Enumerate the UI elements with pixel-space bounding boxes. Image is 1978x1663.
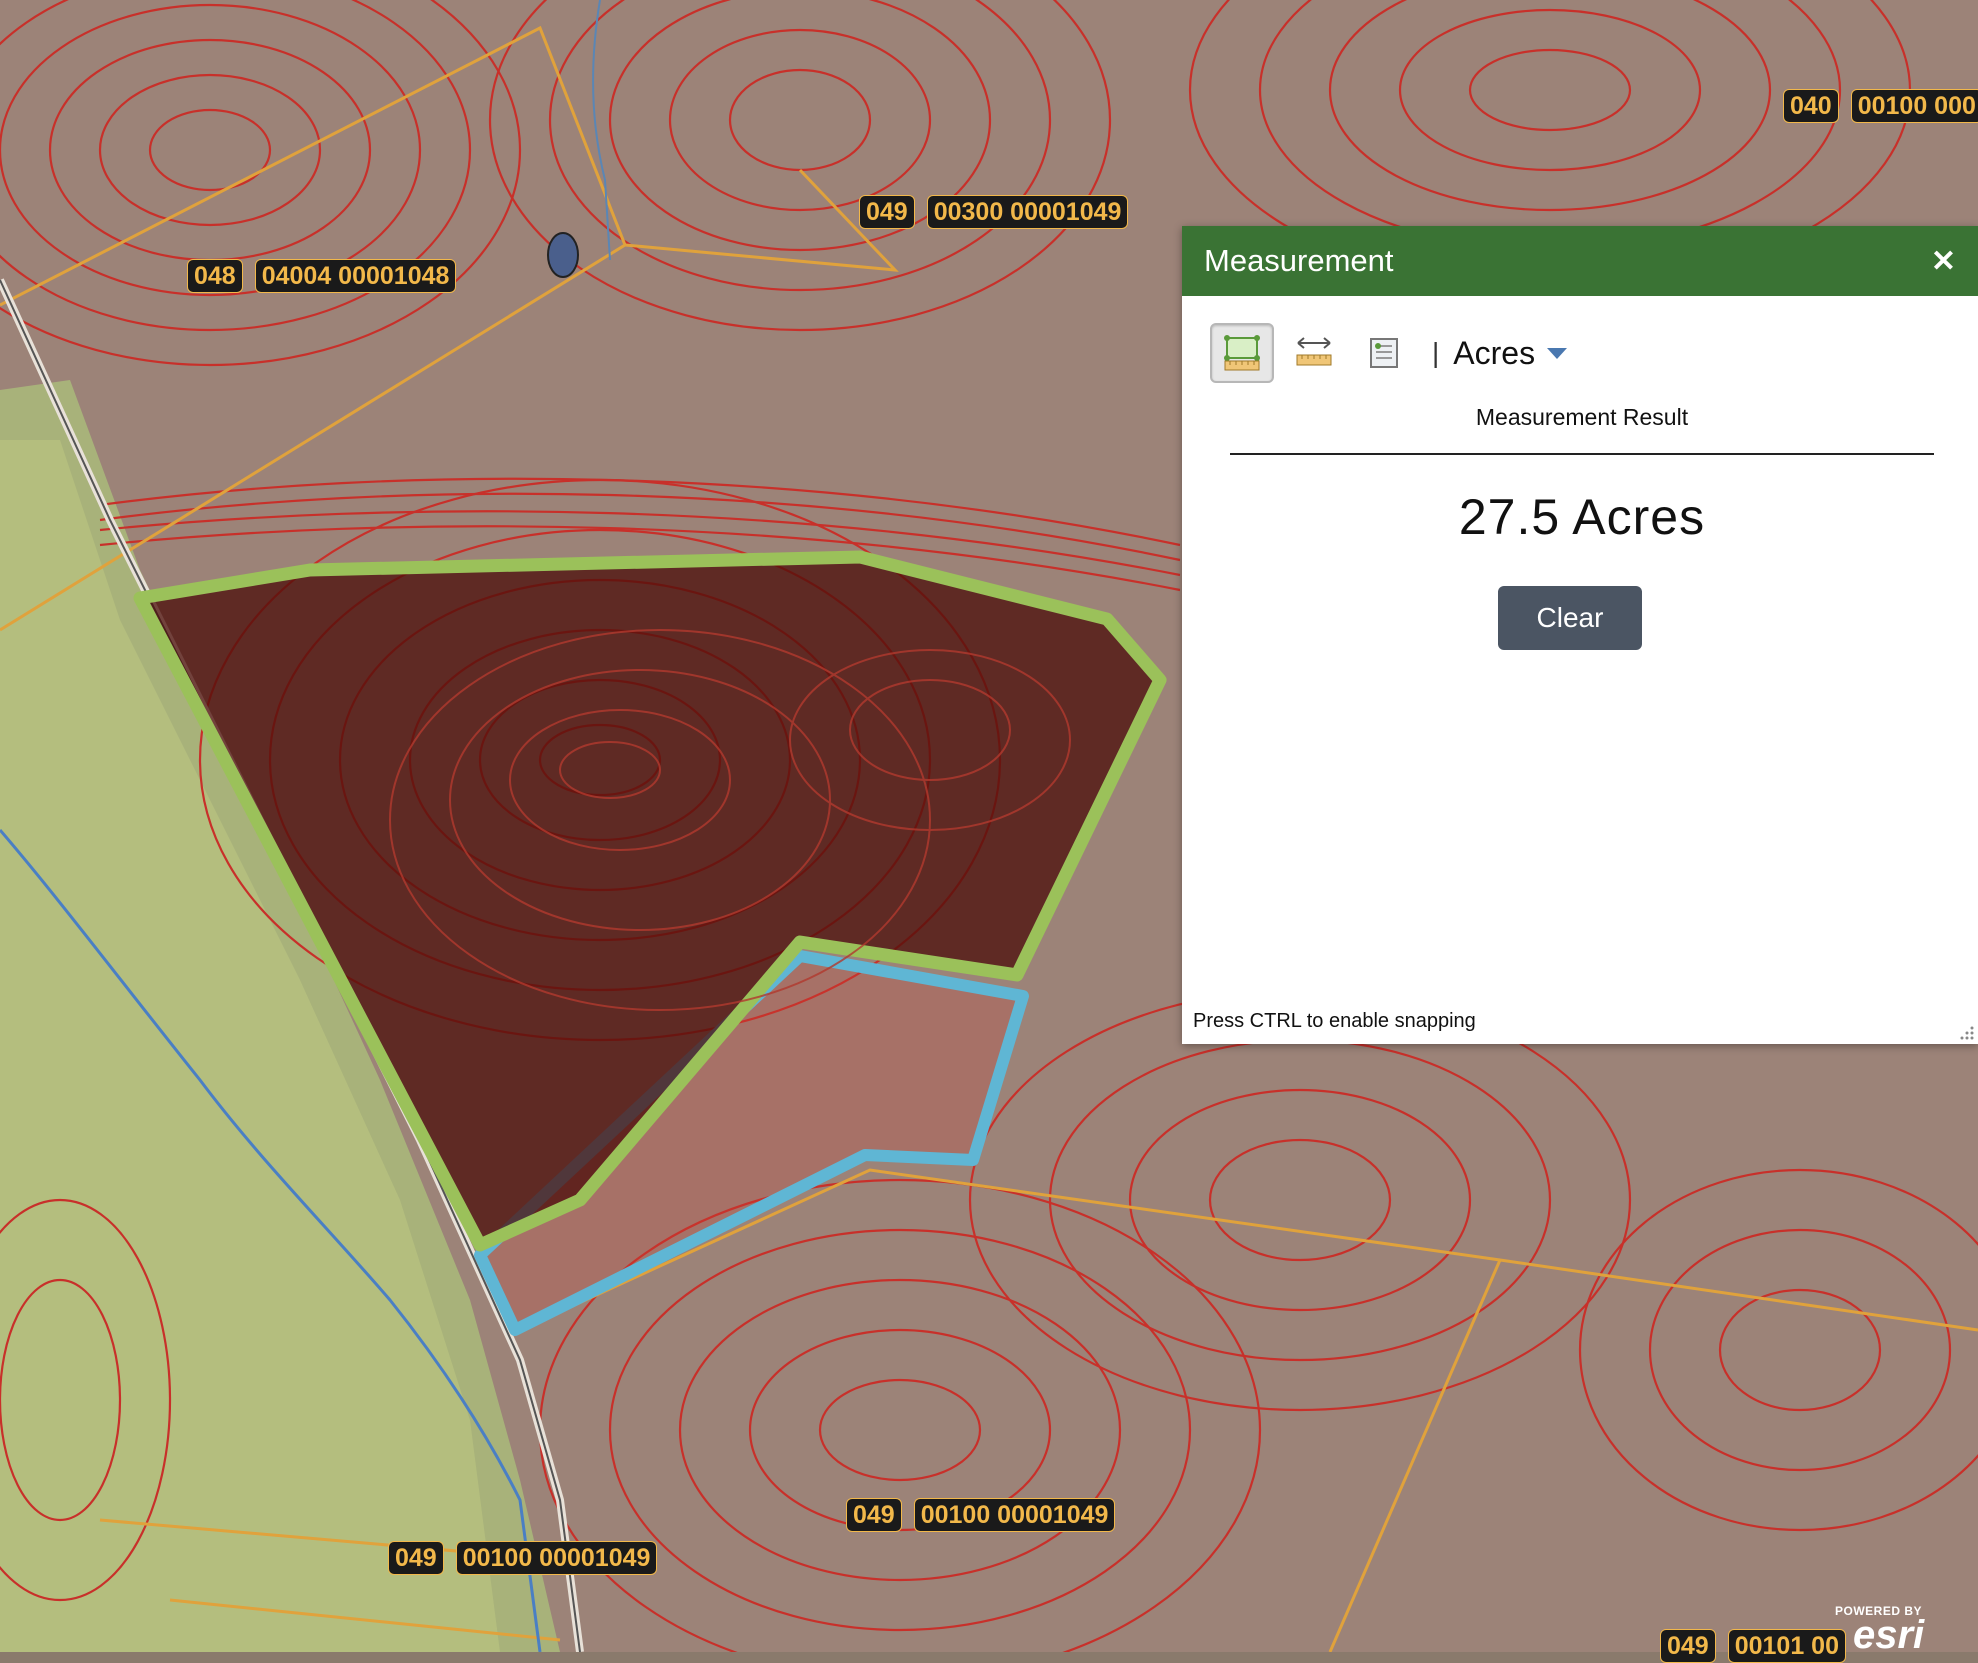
parcel-number: 00100 00001049 [455,1541,658,1575]
district-number: 049 [846,1498,902,1532]
parcel-number: 04004 00001048 [254,259,457,293]
pond [547,232,579,278]
measurement-result-label: Measurement Result [1475,404,1689,430]
snapping-hint: Press CTRL to enable snapping [1193,1010,1476,1032]
esri-logo-text: esri [1853,1613,1925,1657]
distance-measure-icon [1296,337,1332,366]
distance-tool-button[interactable] [1284,325,1344,381]
parcel-number: 00100 00001049 [913,1498,1116,1532]
parcel-label: 049 00100 00001049 [388,1541,658,1575]
resize-handle-icon[interactable] [1960,1026,1974,1040]
parcel-label: 049 00100 00001049 [846,1498,1116,1532]
clear-button[interactable]: Clear [1498,586,1642,650]
panel-header[interactable]: Measurement ✕ [1182,226,1978,296]
unit-label: Acres [1453,334,1536,371]
parcel-label: 049 00101 00 [1660,1629,1846,1663]
location-tool-button[interactable] [1354,325,1414,381]
panel-title: Measurement [1204,243,1394,278]
area-measure-icon [1224,335,1260,371]
parcel-label: 049 00300 00001049 [859,195,1129,229]
unit-dropdown[interactable]: Acres [1453,334,1568,372]
parcel-number: 00100 000 [1850,89,1978,123]
toolbar-separator: | [1432,337,1440,368]
area-tool-button[interactable] [1210,323,1274,383]
district-number: 049 [1660,1629,1716,1663]
chevron-down-icon [1547,347,1568,359]
district-number: 049 [859,195,915,229]
district-number: 049 [388,1541,444,1575]
parcel-label: 040 00100 000 [1783,89,1978,123]
close-icon[interactable]: ✕ [1931,244,1956,279]
parcel-label: 048 04004 00001048 [187,259,457,293]
esri-attribution[interactable]: POWERED BY esri [1835,1604,1925,1657]
measurement-panel: Measurement ✕ | Acres Measurement Result… [1182,226,1978,1044]
district-number: 040 [1783,89,1839,123]
district-number: 048 [187,259,243,293]
location-icon [1370,338,1398,368]
result-divider [1230,453,1934,455]
measurement-result-value: 27.5 Acres [1458,489,1706,545]
parcel-number: 00101 00 [1727,1629,1846,1663]
parcel-number: 00300 00001049 [926,195,1129,229]
measure-toolbar: | Acres [1210,323,1568,383]
